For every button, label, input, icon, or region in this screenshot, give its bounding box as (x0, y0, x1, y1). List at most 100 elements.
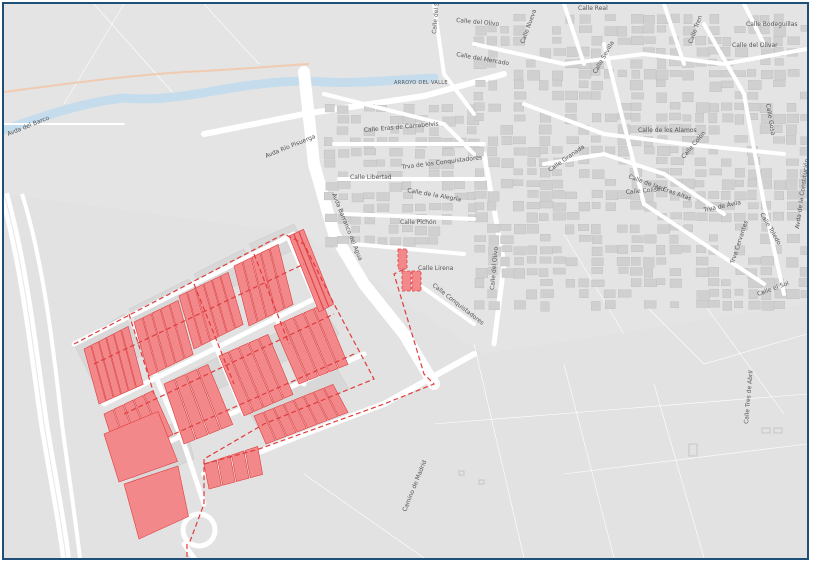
village-block (694, 180, 705, 188)
village-block (351, 193, 364, 203)
village-block (591, 224, 601, 235)
village-block (323, 149, 336, 159)
village-block (540, 200, 554, 209)
village-block (526, 59, 536, 68)
village-block (579, 25, 593, 33)
village-block (786, 113, 800, 123)
village-block (773, 80, 786, 87)
village-block (565, 191, 578, 199)
village-block (709, 70, 723, 78)
village-block (669, 102, 681, 110)
village-block (566, 212, 580, 220)
village-block (390, 158, 402, 167)
village-block (539, 256, 552, 264)
village-block (696, 256, 709, 266)
village-block (377, 203, 390, 212)
village-block (734, 191, 747, 201)
village-block (488, 235, 499, 246)
village-block (734, 288, 744, 296)
map-frame: Avda del Barco Avda Río Pisuerga ARROYO … (0, 0, 813, 564)
village-block (513, 268, 525, 279)
village-block (363, 204, 375, 213)
village-block (720, 80, 734, 88)
village-block (773, 26, 786, 37)
village-block (708, 191, 719, 199)
village-block (669, 70, 683, 77)
village-block (604, 14, 616, 21)
village-block (552, 202, 567, 212)
village-block (630, 113, 641, 122)
village-block (325, 182, 339, 191)
village-block (695, 169, 707, 177)
village-block (527, 168, 537, 175)
village-block (708, 278, 720, 286)
village-block (337, 180, 351, 189)
village-block (552, 90, 565, 101)
village-block (644, 234, 657, 244)
village-block (786, 234, 800, 243)
village-block (565, 90, 578, 100)
village-block (617, 244, 628, 254)
village-block (631, 70, 641, 79)
village-block (722, 179, 735, 190)
map-view[interactable]: Avda del Barco Avda Río Pisuerga ARROYO … (2, 2, 809, 560)
village-block (526, 224, 539, 234)
label-calle-del-olivar: Calle del Olivar (732, 42, 778, 49)
village-block (414, 237, 429, 245)
village-block (721, 190, 731, 200)
village-block (800, 25, 807, 32)
village-block (591, 81, 603, 91)
village-block (474, 278, 485, 289)
village-block (566, 136, 579, 144)
village-block (734, 179, 744, 187)
village-block (773, 136, 785, 144)
village-block (338, 149, 350, 158)
village-block (388, 224, 399, 234)
village-block (591, 301, 601, 311)
village-block (721, 102, 733, 111)
village-block (513, 14, 526, 22)
village-block (539, 146, 548, 154)
village-block (643, 257, 655, 268)
village-block (709, 168, 722, 176)
village-block (324, 213, 338, 222)
village-block (605, 245, 618, 253)
village-block (591, 135, 601, 143)
village-block (708, 112, 718, 124)
village-block (616, 257, 630, 266)
village-block (682, 200, 692, 208)
village-block (696, 300, 709, 308)
village-block (708, 103, 719, 113)
label-calle-libertad: Calle Libertad (350, 174, 392, 181)
village-block (604, 113, 618, 122)
village-block (527, 70, 540, 81)
village-block (591, 257, 604, 266)
village-block (552, 190, 565, 199)
village-block (540, 246, 553, 255)
village-block (616, 26, 627, 37)
village-block (553, 179, 563, 189)
village-block (747, 69, 757, 77)
village-block (578, 70, 592, 79)
village-block (656, 79, 666, 87)
village-block (441, 181, 454, 191)
village-block (539, 136, 551, 146)
village-block (773, 301, 785, 309)
village-block (376, 192, 390, 202)
village-block (526, 180, 540, 187)
village-block (670, 301, 679, 308)
village-block (513, 168, 523, 176)
village-block (734, 26, 746, 34)
village-block (389, 147, 403, 157)
village-block (513, 246, 527, 256)
village-block (540, 179, 553, 190)
village-block (760, 168, 772, 179)
village-block (605, 190, 619, 201)
village-block (500, 178, 514, 189)
village-block (681, 245, 691, 253)
map-canvas[interactable]: Avda del Barco Avda Río Pisuerga ARROYO … (4, 4, 807, 558)
village-block (474, 102, 485, 111)
label-calle-bodeguillas: Calle Bodeguillas (746, 21, 798, 28)
village-block (787, 190, 799, 200)
village-block (475, 268, 488, 279)
